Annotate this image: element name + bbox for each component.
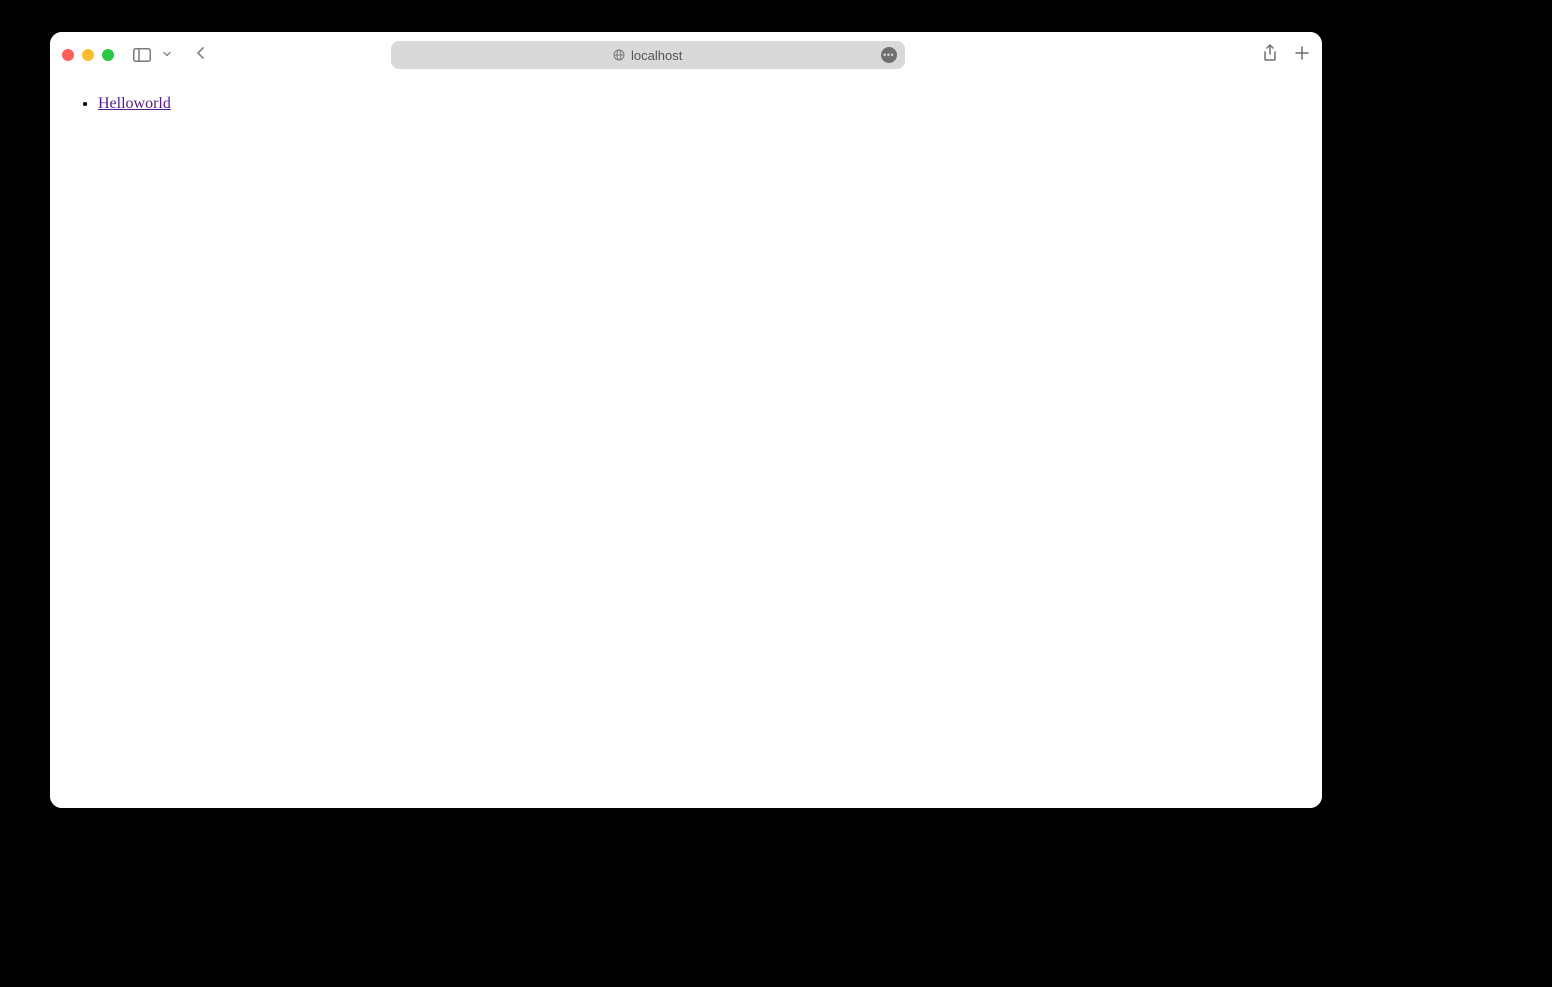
back-button[interactable]: [194, 45, 208, 66]
toolbar-right: [1262, 44, 1310, 67]
fullscreen-window-button[interactable]: [102, 49, 114, 61]
helloworld-link[interactable]: Helloworld: [98, 95, 171, 112]
window-controls: [62, 49, 114, 61]
chevron-left-icon: [194, 45, 208, 66]
browser-toolbar: localhost •••: [50, 32, 1322, 78]
page-content: Helloworld: [50, 78, 1322, 808]
minimize-window-button[interactable]: [82, 49, 94, 61]
sidebar-toggle-button[interactable]: [132, 47, 152, 63]
share-button[interactable]: [1262, 44, 1278, 67]
chevron-down-icon: [162, 46, 172, 64]
sidebar-icon: [133, 48, 151, 62]
tab-group-dropdown[interactable]: [162, 46, 172, 64]
close-window-button[interactable]: [62, 49, 74, 61]
link-list: Helloworld: [58, 94, 1314, 115]
new-tab-button[interactable]: [1294, 45, 1310, 66]
page-actions-button[interactable]: •••: [881, 47, 897, 63]
browser-window: localhost •••: [50, 32, 1322, 808]
address-bar-host: localhost: [631, 48, 682, 63]
website-settings-icon: [613, 49, 625, 61]
share-icon: [1262, 44, 1278, 67]
address-bar[interactable]: localhost •••: [391, 41, 905, 69]
plus-icon: [1294, 45, 1310, 66]
ellipsis-icon: •••: [883, 50, 894, 60]
list-item: Helloworld: [98, 94, 1314, 115]
